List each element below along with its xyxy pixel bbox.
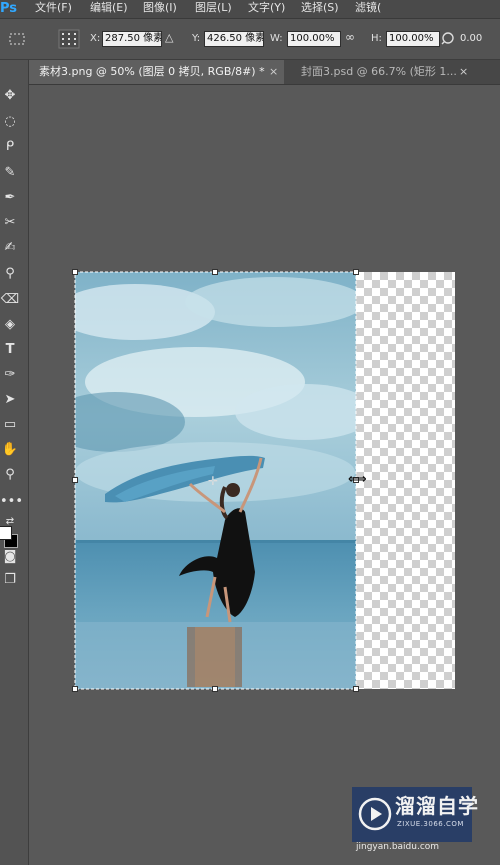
watermark-site: jingyan.baidu.com (356, 842, 440, 852)
transform-handle-middle-left[interactable] (72, 477, 78, 483)
reference-point-crosshair-icon[interactable]: ✛ (208, 474, 218, 488)
play-logo-icon (358, 797, 392, 831)
transform-handle-top-left[interactable] (72, 269, 78, 275)
resize-cursor-icon: ⟺ (348, 472, 367, 487)
transform-handle-bottom-left[interactable] (72, 686, 78, 692)
transform-handle-bottom-right[interactable] (353, 686, 359, 692)
transform-handle-top-center[interactable] (212, 269, 218, 275)
watermark-subtitle: ZIXUE.3066.COM (397, 820, 464, 828)
transform-bounding-box (74, 271, 357, 690)
watermark-title: 溜溜自学 (395, 794, 479, 818)
transform-handle-bottom-center[interactable] (212, 686, 218, 692)
watermark-logo: 溜溜自学 ZIXUE.3066.COM (352, 787, 478, 842)
transform-handle-top-right[interactable] (353, 269, 359, 275)
